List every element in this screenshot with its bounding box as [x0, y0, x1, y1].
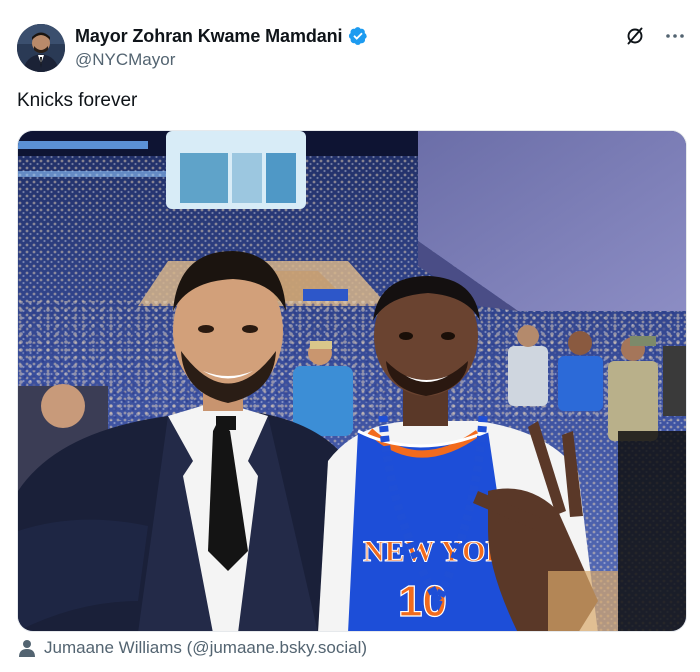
author-avatar[interactable] — [17, 24, 65, 72]
post-actions — [624, 25, 686, 47]
post-text: Knicks forever — [17, 90, 138, 111]
person-icon — [19, 639, 35, 657]
author-display-name[interactable]: Mayor Zohran Kwame Mamdani — [75, 26, 343, 47]
post-card: Mayor Zohran Kwame Mamdani @NYCMayor Kni… — [0, 0, 700, 672]
more-horizontal-icon[interactable] — [664, 25, 686, 47]
photo-credit: Jumaane Williams (@jumaane.bsky.social) — [19, 638, 367, 658]
post-photo[interactable]: NEW YORK 10 — [17, 130, 687, 632]
verified-badge-icon — [348, 26, 368, 46]
author-handle[interactable]: @NYCMayor — [75, 50, 368, 70]
slashed-circle-icon[interactable] — [624, 25, 646, 47]
photo-credit-text[interactable]: Jumaane Williams (@jumaane.bsky.social) — [44, 638, 367, 658]
author-block: Mayor Zohran Kwame Mamdani @NYCMayor — [75, 24, 368, 70]
